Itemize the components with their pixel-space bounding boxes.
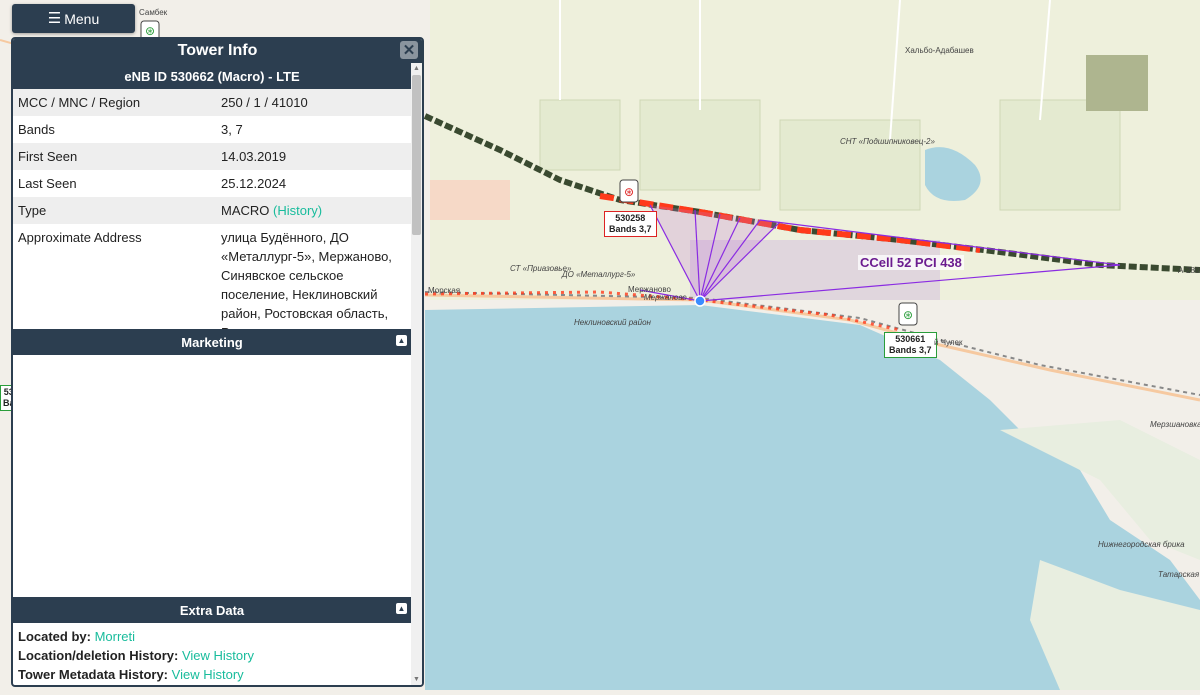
place-label: й Чулек <box>934 338 963 347</box>
tower-details-section: eNB ID 530662 (Macro) - LTE MCC / MNC / … <box>13 63 411 346</box>
type-value: MACRO <box>221 203 270 218</box>
metadata-history-line: Tower Metadata History: View History <box>18 665 406 684</box>
row-value: 3, 7 <box>221 122 243 137</box>
place-label: Татарская <box>1158 570 1200 579</box>
tower-id: 530661 <box>895 334 926 344</box>
row-label: Last Seen <box>18 176 77 191</box>
row-label: Bands <box>18 122 55 137</box>
metadata-history-label: Tower Metadata History: <box>18 667 169 682</box>
close-icon[interactable]: ✕ <box>400 41 418 59</box>
extra-data-header[interactable]: Extra Data ▲ <box>13 597 411 623</box>
cell-label-text: Cell 52 PCI 438 <box>869 255 962 270</box>
location-history-label: Location/deletion History: <box>18 648 179 663</box>
marketing-title: Marketing <box>181 334 243 350</box>
table-row: Last Seen 25.12.2024 <box>13 170 411 197</box>
row-value: 25.12.2024 <box>221 176 287 191</box>
location-history-line: Location/deletion History: View History <box>18 646 406 665</box>
menu-label: Menu <box>64 10 100 27</box>
marketing-section: Marketing ▲ <box>13 329 411 599</box>
place-label: А-280 <box>1178 266 1200 275</box>
tower-header: eNB ID 530662 (Macro) - LTE <box>13 63 411 89</box>
svg-text:⊛: ⊛ <box>903 308 913 322</box>
extra-data-body: Located by: Morreti Location/deletion Hi… <box>13 623 411 685</box>
located-by-label: Located by: <box>18 629 91 644</box>
table-row: MCC / MNC / Region 250 / 1 / 41010 <box>13 89 411 116</box>
extra-data-title: Extra Data <box>179 602 245 618</box>
table-row: Bands 3, 7 <box>13 116 411 143</box>
scroll-thumb[interactable] <box>412 75 421 235</box>
place-label: ДО «Металлург-5» <box>562 270 636 279</box>
place-label: Неклиновский район <box>574 318 651 327</box>
tower-header-text: eNB ID 530662 (Macro) - LTE <box>124 68 300 84</box>
place-label: Морская <box>428 286 461 295</box>
located-by-line: Located by: Morreti <box>18 627 406 646</box>
svg-text:⊛: ⊛ <box>624 185 634 199</box>
tower-bands: Bands 3,7 <box>609 224 652 234</box>
panel-header: Tower Info ✕ <box>13 39 422 63</box>
tower-info-panel: Tower Info ✕ eNB ID 530662 (Macro) - LTE… <box>11 37 424 687</box>
svg-text:⊛: ⊛ <box>145 24 155 38</box>
place-label: Хальбо-Адабашев <box>905 46 974 55</box>
type-history-link[interactable]: (History) <box>273 203 322 218</box>
collapse-icon[interactable]: ▲ <box>396 603 407 614</box>
scroll-down-icon[interactable]: ▼ <box>413 676 420 683</box>
row-label: Type <box>18 203 47 218</box>
table-row: Approximate Address улица Будённого, ДО … <box>13 224 411 346</box>
collapse-icon[interactable]: ▲ <box>396 335 407 346</box>
place-label: Мержаново <box>644 293 687 302</box>
menu-button[interactable]: ☰ Menu <box>12 4 135 33</box>
panel-title: Tower Info <box>177 42 258 59</box>
tower-id: 530258 <box>615 213 646 223</box>
selected-tower-dot <box>694 295 706 307</box>
cell-label-prefix: C <box>860 255 870 270</box>
location-history-link[interactable]: View History <box>182 648 254 663</box>
tower-marker-530661: ⊛ <box>898 302 918 326</box>
scroll-up-icon[interactable]: ▲ <box>413 65 420 72</box>
cell-sector-label: CCell 52 PCI 438 <box>858 255 964 270</box>
extra-data-section: Extra Data ▲ Located by: Morreti Locatio… <box>13 597 411 685</box>
row-value: MACRO (History) <box>216 197 411 224</box>
place-label: Нижнегородская брика <box>1098 540 1185 549</box>
row-value: улица Будённого, ДО «Металлург-5», Мержа… <box>221 230 392 340</box>
hamburger-icon: ☰ <box>47 10 62 27</box>
located-by-link[interactable]: Morreti <box>95 629 135 644</box>
metadata-history-link[interactable]: View History <box>172 667 244 682</box>
tower-label-530258[interactable]: 530258 Bands 3,7 <box>604 211 657 237</box>
row-label: First Seen <box>18 149 78 164</box>
place-label: СНТ «Подшипниковец-2» <box>840 137 935 146</box>
row-value: 14.03.2019 <box>221 149 287 164</box>
tower-details-table: MCC / MNC / Region 250 / 1 / 41010 Bands… <box>13 89 411 346</box>
place-label: Мерзшановка <box>1150 420 1200 429</box>
row-label: MCC / MNC / Region <box>18 95 141 110</box>
row-label: Approximate Address <box>18 230 142 245</box>
tower-bands: Bands 3,7 <box>889 345 932 355</box>
table-row: Type MACRO (History) <box>13 197 411 224</box>
place-label: Самбек <box>139 8 168 17</box>
tower-label-530661[interactable]: 530661 Bands 3,7 <box>884 332 937 358</box>
tower-marker-530258: ⊛ <box>619 179 639 203</box>
marketing-header[interactable]: Marketing ▲ <box>13 329 411 355</box>
panel-scrollbar[interactable]: ▲ ▼ <box>411 63 422 685</box>
row-value: 250 / 1 / 41010 <box>221 95 308 110</box>
table-row: First Seen 14.03.2019 <box>13 143 411 170</box>
